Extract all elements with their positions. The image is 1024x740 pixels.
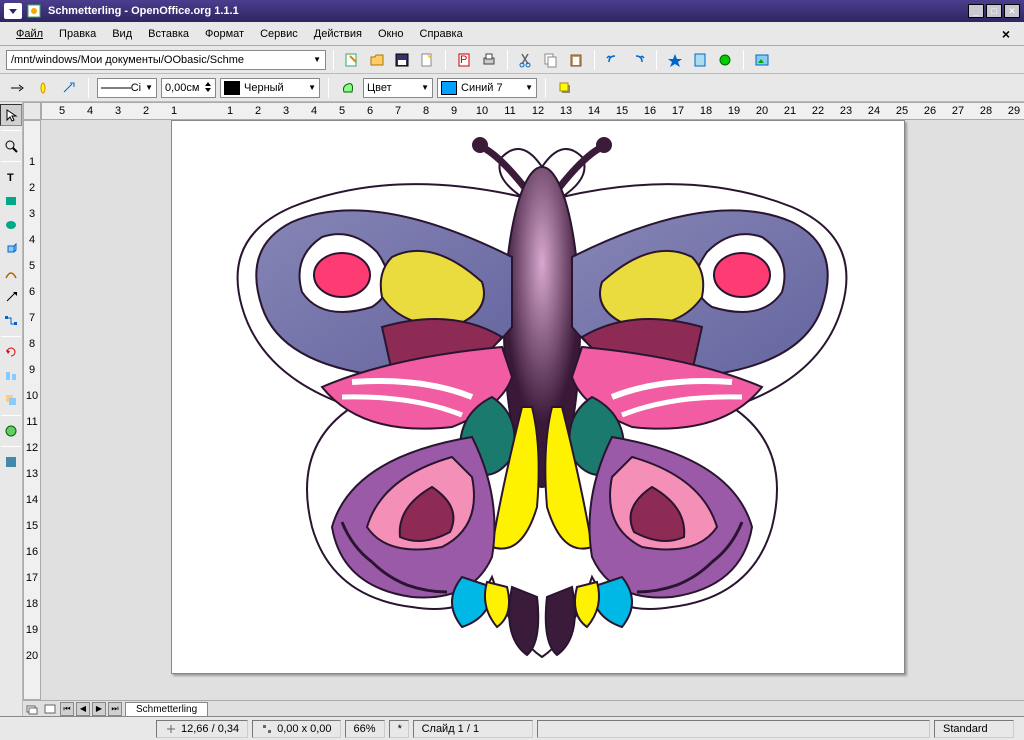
line-style-button[interactable] [32, 77, 54, 99]
line-ends-button[interactable] [58, 77, 80, 99]
svg-text:P: P [460, 54, 467, 66]
tab-last-button[interactable]: ⏭ [108, 702, 122, 716]
print-button[interactable] [478, 49, 500, 71]
fill-color-combo[interactable]: Синий 7 ▼ [437, 78, 537, 98]
standard-toolbar: /mnt/windows/Мои документы/OObasic/Schme… [0, 46, 1024, 74]
rotate-tool[interactable] [0, 341, 22, 363]
arrange-tool[interactable] [0, 389, 22, 411]
insert-object-tool[interactable] [0, 420, 22, 442]
edit-file-button[interactable] [341, 49, 363, 71]
layer-icon[interactable] [25, 702, 39, 716]
menu-help[interactable]: Справка [412, 25, 471, 43]
slide-tab[interactable]: Schmetterling [125, 702, 208, 716]
butterfly-drawing[interactable] [192, 127, 892, 667]
horizontal-ruler[interactable]: 5432112345678910111213141516171819202122… [41, 102, 1024, 120]
hyperlink-button[interactable] [714, 49, 736, 71]
select-tool[interactable] [0, 104, 22, 126]
status-coords: 12,66 / 0,34 [156, 720, 248, 738]
gallery-button[interactable] [751, 49, 773, 71]
line-color-combo[interactable]: Черный ▼ [220, 78, 320, 98]
align-tool[interactable] [0, 365, 22, 387]
rectangle-tool[interactable] [0, 190, 22, 212]
new-button[interactable] [416, 49, 438, 71]
open-button[interactable] [366, 49, 388, 71]
chevron-down-icon: ▼ [304, 83, 316, 92]
cut-button[interactable] [515, 49, 537, 71]
connector-tool[interactable] [0, 310, 22, 332]
status-size: 0,00 x 0,00 [252, 720, 340, 738]
shadow-button[interactable] [554, 77, 576, 99]
menu-tools[interactable]: Сервис [252, 25, 306, 43]
vertical-ruler[interactable]: 1234567891011121314151617181920 [23, 120, 41, 700]
menu-file[interactable]: Файл [8, 25, 51, 43]
zoom-tool[interactable] [0, 135, 22, 157]
status-blank [537, 720, 930, 738]
close-document-button[interactable]: × [996, 26, 1016, 42]
tab-mode-icon[interactable] [43, 702, 57, 716]
3d-tool[interactable] [0, 238, 22, 260]
chevron-down-icon: ▼ [521, 83, 533, 92]
window-titlebar: Schmetterling - OpenOffice.org 1.1.1 _ □… [0, 0, 1024, 22]
status-mode: Standard [934, 720, 1014, 738]
save-button[interactable] [391, 49, 413, 71]
export-pdf-button[interactable]: P [453, 49, 475, 71]
slide-tabstrip: ⏮ ◀ ▶ ⏭ Schmetterling [23, 702, 208, 716]
url-text: /mnt/windows/Мои документы/OObasic/Schme [11, 54, 244, 66]
stylist-button[interactable] [689, 49, 711, 71]
menu-format[interactable]: Формат [197, 25, 252, 43]
tab-next-button[interactable]: ▶ [92, 702, 106, 716]
copy-button[interactable] [540, 49, 562, 71]
tab-first-button[interactable]: ⏮ [60, 702, 74, 716]
fill-type-combo[interactable]: Цвет ▼ [363, 78, 433, 98]
maximize-button[interactable]: □ [986, 4, 1002, 18]
menu-window[interactable]: Окно [370, 25, 412, 43]
system-menu-button[interactable] [4, 3, 22, 19]
line-color-swatch [224, 81, 240, 95]
redo-button[interactable] [627, 49, 649, 71]
menu-actions[interactable]: Действия [306, 25, 370, 43]
menu-edit[interactable]: Правка [51, 25, 104, 43]
paste-button[interactable] [565, 49, 587, 71]
window-title: Schmetterling - OpenOffice.org 1.1.1 [48, 5, 968, 17]
chevron-down-icon: ▼ [417, 83, 429, 92]
svg-text:T: T [7, 172, 14, 184]
fill-color-swatch [441, 81, 457, 95]
ruler-corner [23, 102, 41, 120]
status-zoom[interactable]: 66% [345, 720, 385, 738]
menu-insert[interactable]: Вставка [140, 25, 197, 43]
left-toolbox: T [0, 102, 23, 716]
chevron-down-icon: ▼ [313, 55, 321, 64]
undo-button[interactable] [602, 49, 624, 71]
status-slide: Слайд 1 / 1 [413, 720, 533, 738]
edit-area: 5432112345678910111213141516171819202122… [23, 102, 1024, 716]
line-style-combo[interactable]: Сі ▼ [97, 78, 157, 98]
status-modified: * [389, 720, 409, 738]
tab-prev-button[interactable]: ◀ [76, 702, 90, 716]
minimize-button[interactable]: _ [968, 4, 984, 18]
url-combo[interactable]: /mnt/windows/Мои документы/OObasic/Schme… [6, 50, 326, 70]
page[interactable] [171, 120, 905, 674]
area-style-button[interactable] [337, 77, 359, 99]
document-icon [26, 3, 42, 19]
ellipse-tool[interactable] [0, 214, 22, 236]
close-window-button[interactable]: ✕ [1004, 4, 1020, 18]
curve-tool[interactable] [0, 262, 22, 284]
line-arrow-tool[interactable] [0, 286, 22, 308]
text-tool[interactable]: T [0, 166, 22, 188]
line-fill-toolbar: Сі ▼ 0,00см Черный ▼ Цвет ▼ Синий 7 ▼ [0, 74, 1024, 102]
menubar: Файл Правка Вид Вставка Формат Сервис Де… [0, 22, 1024, 46]
navigator-button[interactable] [664, 49, 686, 71]
line-width-spinner[interactable]: 0,00см [161, 78, 216, 98]
arrow-style-button[interactable] [6, 77, 28, 99]
statusbar: 12,66 / 0,34 0,00 x 0,00 66% * Слайд 1 /… [0, 716, 1024, 740]
drawing-canvas[interactable] [41, 120, 1024, 700]
menu-view[interactable]: Вид [104, 25, 140, 43]
chevron-down-icon: ▼ [141, 83, 153, 92]
effects-tool[interactable] [0, 451, 22, 473]
